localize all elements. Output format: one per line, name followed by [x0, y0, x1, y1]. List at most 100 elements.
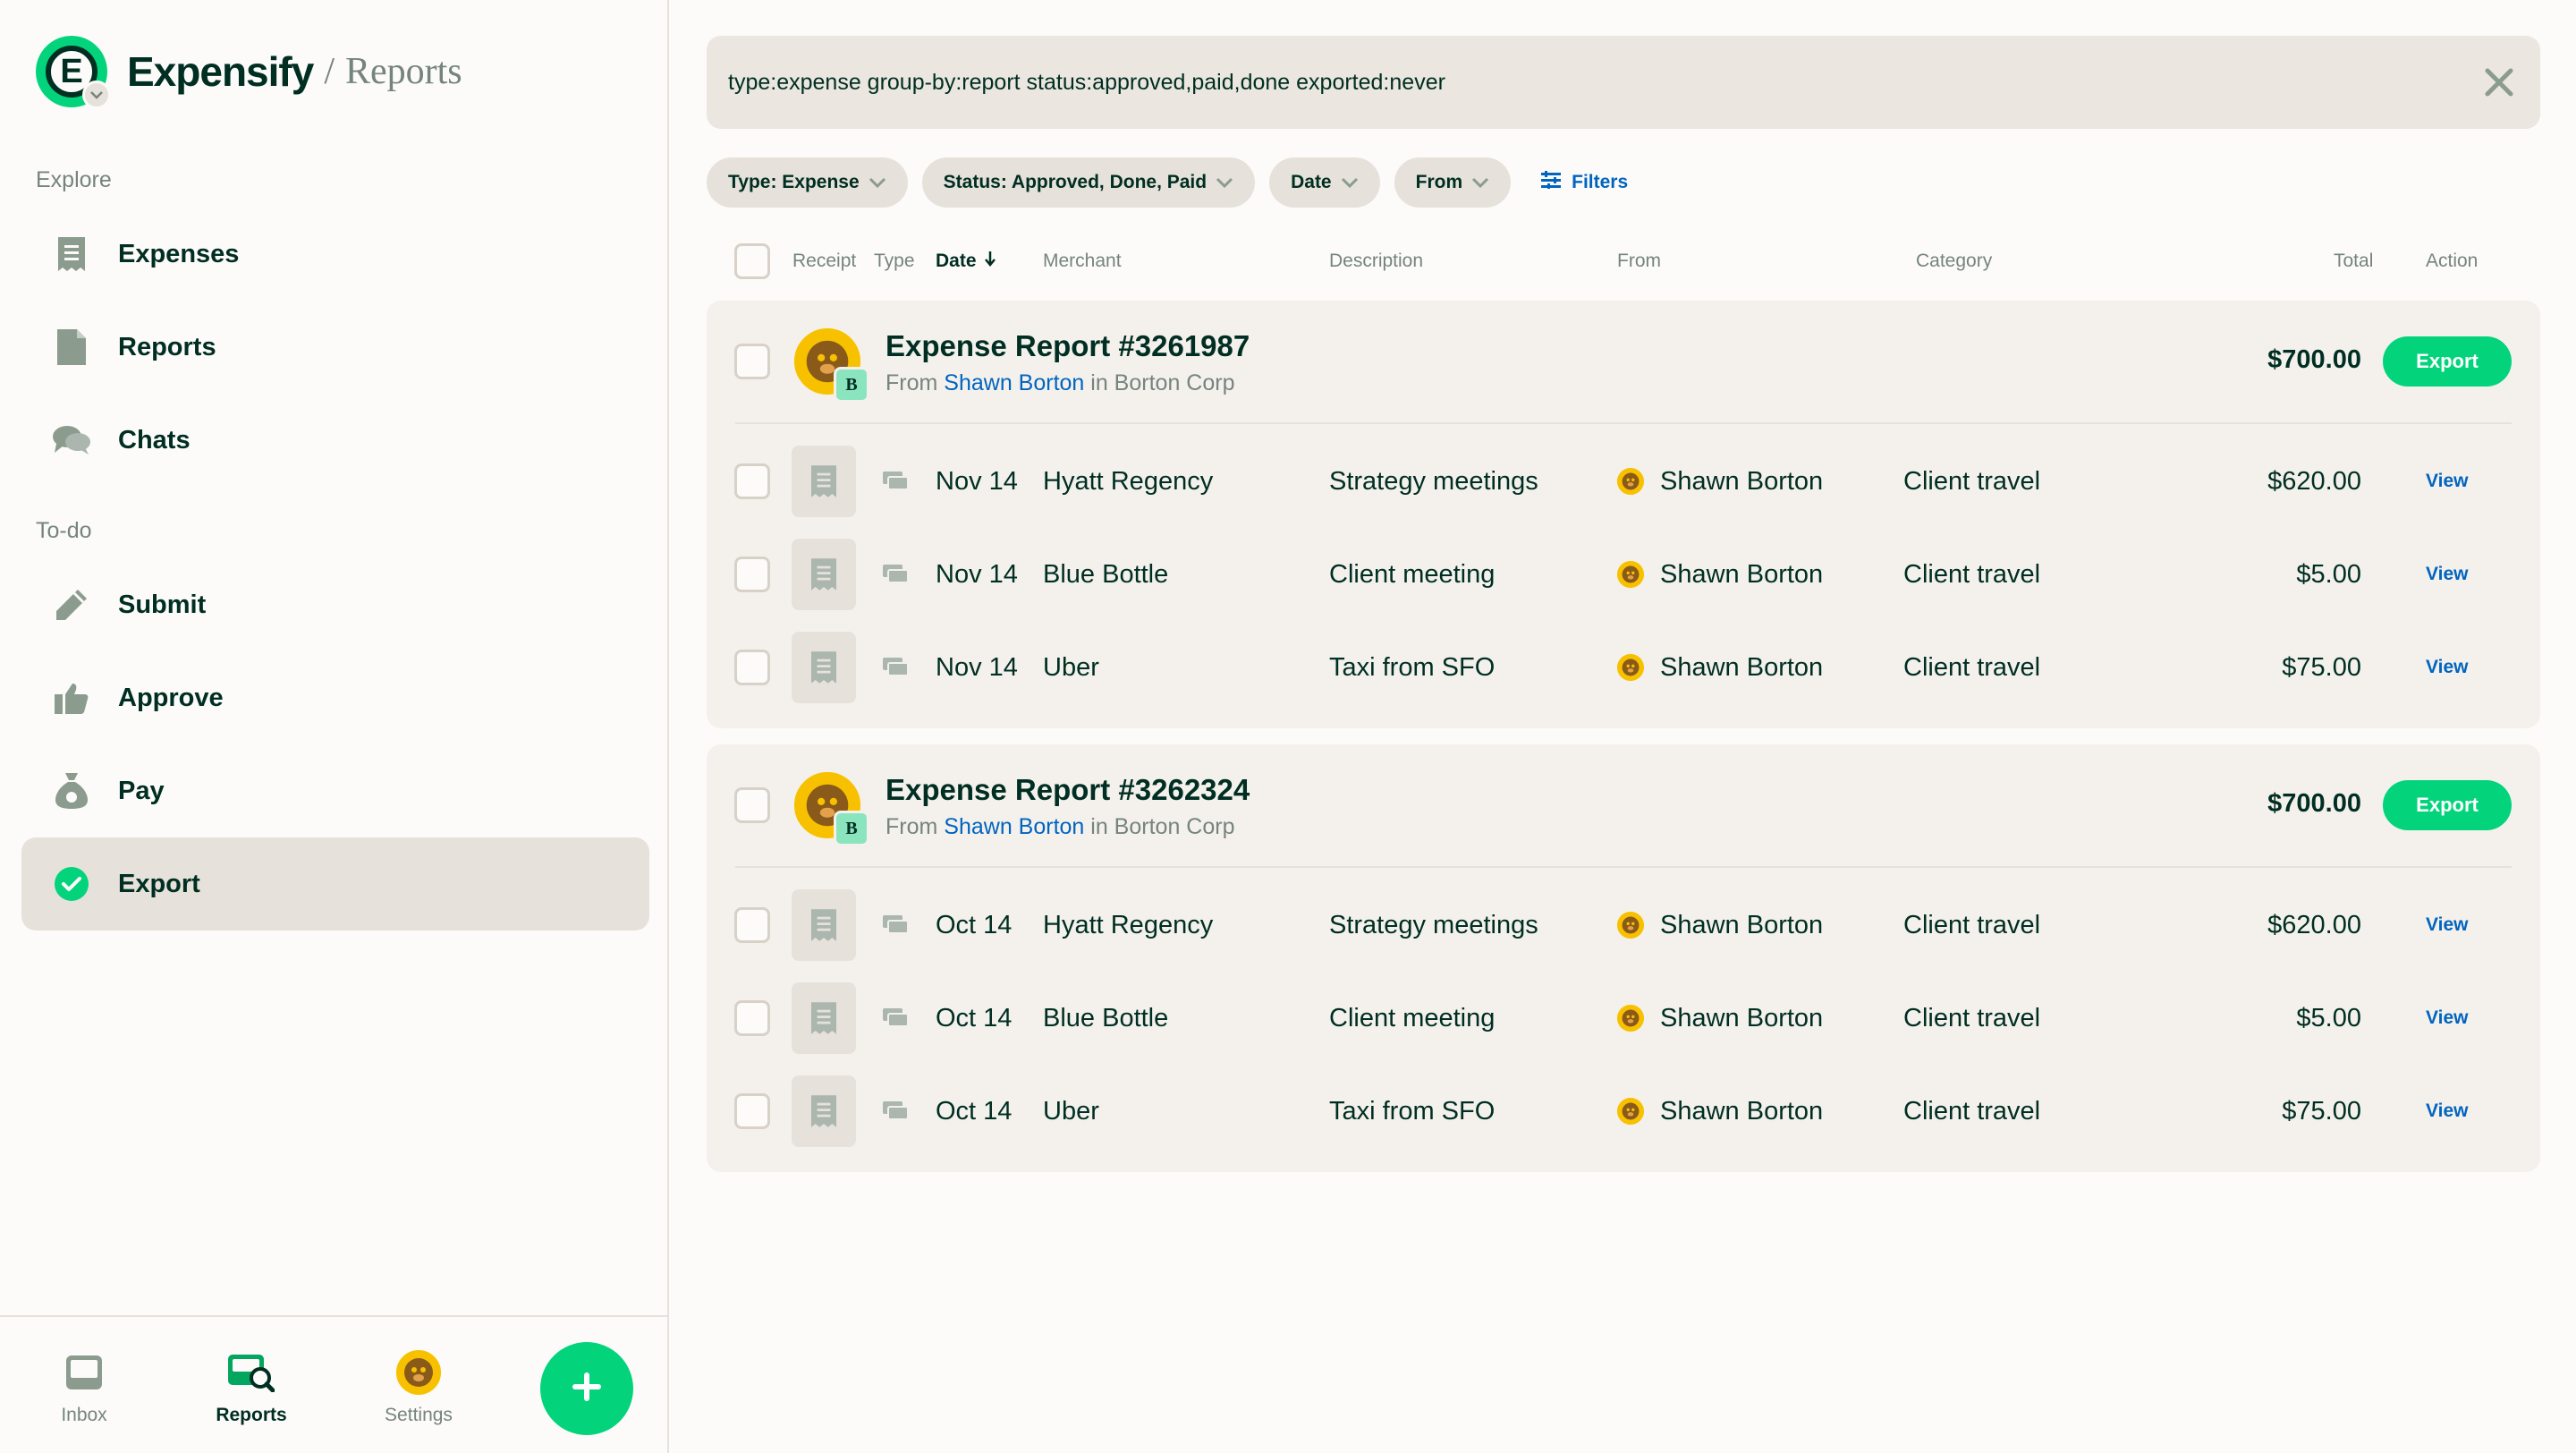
row-from: Shawn Borton — [1617, 972, 1823, 1065]
avatar — [1617, 468, 1644, 495]
tab-reports[interactable]: Reports — [189, 1349, 314, 1426]
submitter-link[interactable]: Shawn Borton — [944, 370, 1084, 395]
row-merchant: Blue Bottle — [1043, 559, 1169, 589]
sidebar-item-pay[interactable]: Pay — [21, 744, 649, 837]
row-merchant: Hyatt Regency — [1043, 466, 1214, 496]
view-link[interactable]: View — [2426, 914, 2468, 936]
report-card[interactable]: B Expense Report #3262324 From Shawn Bor… — [707, 744, 2540, 1172]
row-category: Client travel — [1903, 466, 2041, 496]
filters-button[interactable]: Filters — [1541, 171, 1628, 194]
receipt-placeholder-icon[interactable] — [792, 446, 856, 517]
checkbox[interactable] — [734, 1093, 770, 1129]
table-row[interactable]: Oct 14 Uber Taxi from SFO Shawn Borton C… — [707, 1065, 2540, 1158]
row-from: Shawn Borton — [1617, 879, 1823, 972]
todo-section-label: To-do — [36, 518, 92, 543]
row-view-link[interactable]: View — [2426, 1065, 2468, 1158]
row-view-link[interactable]: View — [2426, 528, 2468, 621]
cash-icon — [883, 621, 910, 714]
tab-settings[interactable]: Settings — [356, 1348, 481, 1426]
workspace-switcher[interactable]: E — [36, 36, 111, 109]
row-view-link[interactable]: View — [2426, 879, 2468, 972]
report-total: $700.00 — [2267, 345, 2361, 374]
row-merchant: Uber — [1043, 1096, 1099, 1126]
reports-search-icon — [189, 1349, 314, 1396]
filter-label: Status: Approved, Done, Paid — [943, 172, 1208, 192]
submitter-link[interactable]: Shawn Borton — [944, 814, 1084, 839]
export-button[interactable]: Export — [2383, 780, 2512, 830]
checkbox[interactable] — [734, 243, 770, 279]
plus-icon — [569, 1369, 605, 1409]
row-total: $620.00 — [2267, 910, 2361, 939]
search-query[interactable]: type:expense group-by:report status:appr… — [728, 70, 1445, 96]
receipt-placeholder-icon[interactable] — [792, 982, 856, 1054]
receipt-placeholder-icon[interactable] — [792, 889, 856, 961]
row-checkbox-cell — [734, 1065, 770, 1158]
table-row[interactable]: Nov 14 Uber Taxi from SFO Shawn Borton C… — [707, 621, 2540, 714]
filter-label: Type: Expense — [728, 172, 860, 192]
sidebar-item-expenses[interactable]: Expenses — [21, 208, 649, 301]
row-view-link[interactable]: View — [2426, 435, 2468, 528]
receipt-placeholder-icon[interactable] — [792, 539, 856, 610]
row-view-link[interactable]: View — [2426, 621, 2468, 714]
chevron-down-icon — [869, 172, 886, 193]
cash-icon — [883, 435, 910, 528]
report-total: $700.00 — [2267, 789, 2361, 818]
checkbox[interactable] — [734, 344, 770, 379]
row-checkbox-cell — [734, 528, 770, 621]
row-checkbox-cell — [734, 879, 770, 972]
view-link[interactable]: View — [2426, 1100, 2468, 1122]
tab-inbox[interactable]: Inbox — [21, 1349, 147, 1426]
table-row[interactable]: Nov 14 Hyatt Regency Strategy meetings S… — [707, 435, 2540, 528]
sidebar-item-approve[interactable]: Approve — [21, 651, 649, 744]
receipt-placeholder-icon[interactable] — [792, 1075, 856, 1147]
checkbox[interactable] — [734, 557, 770, 592]
document-icon — [52, 327, 91, 367]
row-from: Shawn Borton — [1617, 621, 1823, 714]
table-row[interactable]: Oct 14 Hyatt Regency Strategy meetings S… — [707, 879, 2540, 972]
filter-bar: Type: Expense Status: Approved, Done, Pa… — [707, 157, 1628, 208]
checkbox[interactable] — [734, 907, 770, 943]
brand-header: E Expensify / Reports — [36, 34, 462, 109]
view-link[interactable]: View — [2426, 564, 2468, 585]
row-view-link[interactable]: View — [2426, 972, 2468, 1065]
checkbox[interactable] — [734, 1000, 770, 1036]
view-link[interactable]: View — [2426, 471, 2468, 492]
row-total: $5.00 — [2296, 1003, 2361, 1032]
sidebar-item-label: Pay — [118, 776, 165, 805]
sidebar-item-submit[interactable]: Submit — [21, 558, 649, 651]
row-category: Client travel — [1903, 652, 2041, 682]
filter-sliders-icon — [1541, 171, 1562, 194]
sidebar-item-reports[interactable]: Reports — [21, 301, 649, 394]
receipt-placeholder-icon[interactable] — [792, 632, 856, 703]
view-link[interactable]: View — [2426, 657, 2468, 678]
inbox-icon — [21, 1349, 147, 1396]
report-header[interactable]: B Expense Report #3262324 From Shawn Bor… — [707, 744, 2540, 866]
filters-label: Filters — [1572, 172, 1629, 192]
filter-status[interactable]: Status: Approved, Done, Paid — [921, 157, 1256, 208]
close-icon[interactable] — [2478, 61, 2521, 104]
checkbox[interactable] — [734, 787, 770, 823]
select-all-checkbox[interactable] — [734, 243, 770, 279]
report-card[interactable]: B Expense Report #3261987 From Shawn Bor… — [707, 301, 2540, 728]
create-button[interactable] — [540, 1342, 633, 1435]
row-date: Nov 14 — [936, 559, 1018, 589]
search-bar[interactable]: type:expense group-by:report status:appr… — [707, 36, 2540, 129]
checkbox[interactable] — [734, 650, 770, 685]
column-description: Description — [1329, 251, 1424, 271]
export-button[interactable]: Export — [2383, 336, 2512, 387]
row-date: Oct 14 — [936, 910, 1013, 939]
view-link[interactable]: View — [2426, 1007, 2468, 1029]
table-row[interactable]: Oct 14 Blue Bottle Client meeting Shawn … — [707, 972, 2540, 1065]
filter-type[interactable]: Type: Expense — [707, 157, 908, 208]
filter-from[interactable]: From — [1394, 157, 1512, 208]
column-date[interactable]: Date — [936, 243, 996, 279]
sidebar-item-export[interactable]: Export — [21, 837, 649, 930]
table-row[interactable]: Nov 14 Blue Bottle Client meeting Shawn … — [707, 528, 2540, 621]
sidebar-item-chats[interactable]: Chats — [21, 394, 649, 487]
filter-date[interactable]: Date — [1269, 157, 1380, 208]
row-total: $75.00 — [2282, 1096, 2361, 1126]
checkbox[interactable] — [734, 463, 770, 499]
report-header[interactable]: B Expense Report #3261987 From Shawn Bor… — [707, 301, 2540, 422]
cash-icon — [883, 1065, 910, 1158]
column-merchant: Merchant — [1043, 251, 1122, 271]
